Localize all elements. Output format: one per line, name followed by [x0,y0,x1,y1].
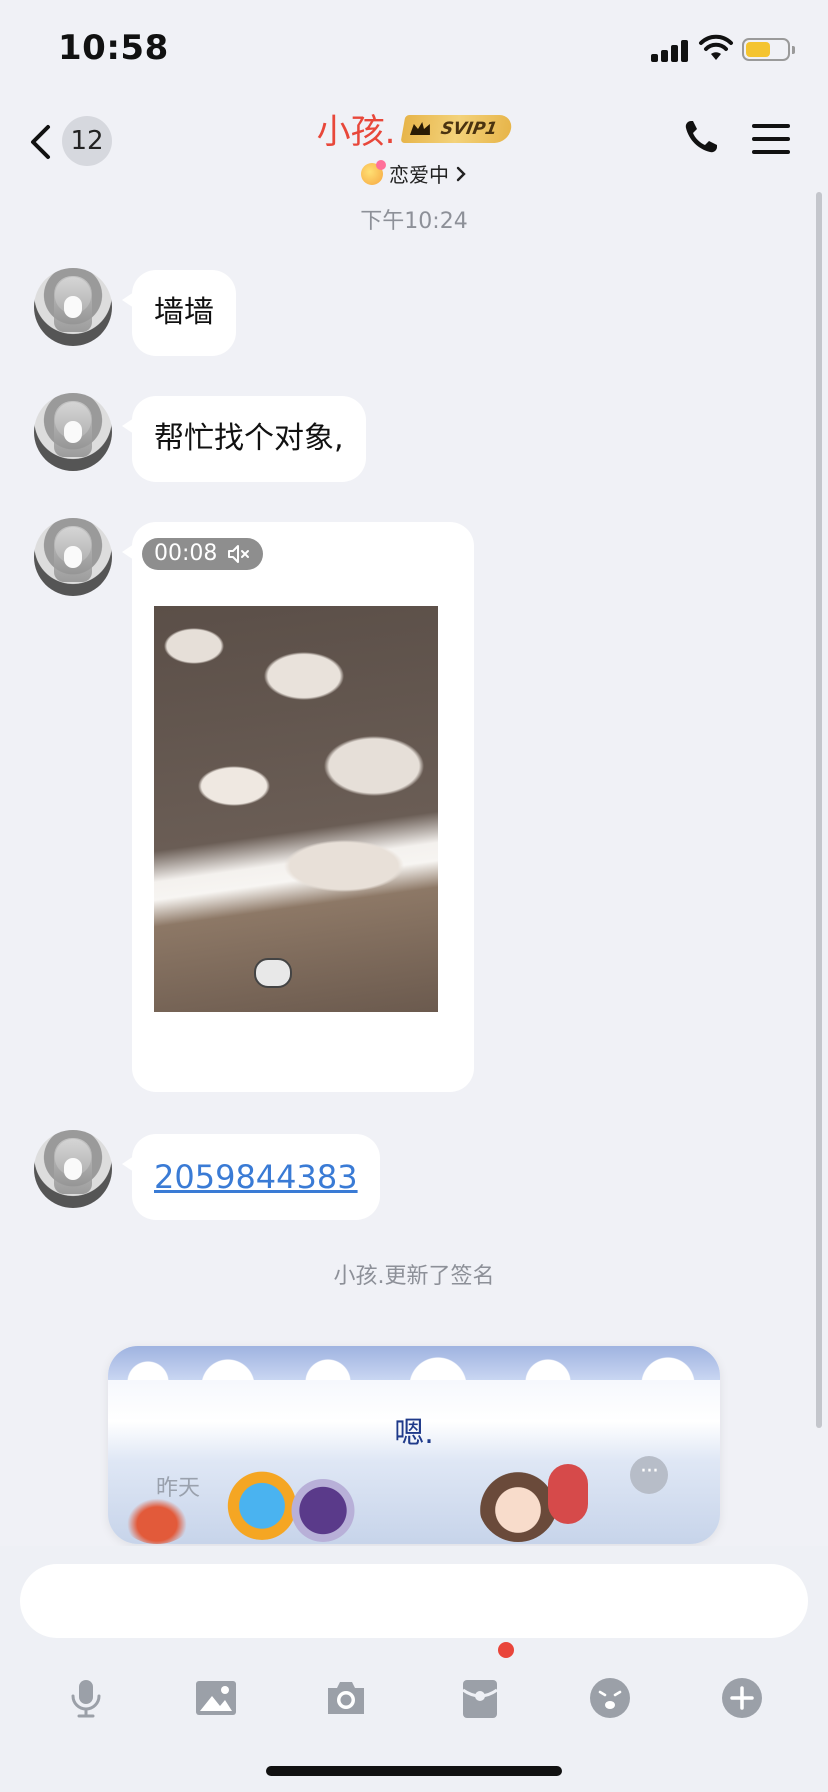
message-timestamp: 下午10:24 [360,209,468,234]
love-emoji-icon [361,159,386,185]
svip-badge: SVIP1 [400,114,514,143]
muted-speaker-icon [228,545,250,563]
image-icon[interactable] [194,1676,238,1720]
status-time: 10:58 [58,28,169,68]
red-packet-icon[interactable] [458,1676,502,1720]
shoe-figure [254,958,292,988]
video-duration: 00:08 [154,541,218,566]
fox-character-icon [122,1494,192,1544]
message-input[interactable] [20,1564,808,1638]
plus-icon[interactable] [720,1676,764,1720]
signature-card[interactable]: 嗯. 昨天 [108,1346,720,1544]
emoji-icon[interactable] [588,1676,632,1720]
contact-avatar[interactable] [34,1130,112,1208]
battery-icon [742,38,795,61]
wizard-character-icon [288,1472,358,1542]
message-bubble[interactable]: 墙墙 [122,270,236,356]
message-bubble[interactable]: 2059844383 [122,1134,380,1220]
message-text: 帮忙找个对象, [154,421,344,456]
video-duration-pill: 00:08 [142,538,264,570]
status-bar: 10:58 [0,0,828,100]
relationship-status[interactable]: 恋爱中 [361,159,467,188]
contact-name: 小孩. [316,112,396,152]
message-text: 墙墙 [154,295,214,330]
contact-avatar[interactable] [34,268,112,346]
crown-icon [410,121,431,135]
relationship-status-label: 恋爱中 [389,163,449,187]
menu-icon[interactable] [752,122,790,156]
snowman-character-icon [548,1464,588,1524]
phone-icon[interactable] [682,118,720,156]
chevron-right-icon [456,166,466,181]
microphone-icon[interactable] [64,1676,108,1720]
camera-icon[interactable] [324,1676,368,1720]
video-message[interactable]: 00:08 [122,522,474,1092]
more-options-button[interactable] [630,1456,668,1494]
boy-character-icon [478,1462,558,1542]
snow-border [108,1346,720,1380]
composer [0,1546,828,1792]
notification-dot [498,1642,514,1658]
contact-avatar[interactable] [34,393,112,471]
message-bubble[interactable]: 帮忙找个对象, [122,396,366,482]
chat-header: 12 小孩. SVIP1 恋爱中 [0,100,828,187]
number-link[interactable]: 2059844383 [154,1158,358,1196]
contact-avatar[interactable] [34,518,112,596]
system-notice: 小孩.更新了签名 [333,1264,495,1289]
signature-text: 嗯. [394,1416,434,1451]
cellular-signal-icon [651,40,691,62]
svip-badge-label: SVIP1 [439,118,500,139]
home-indicator[interactable] [266,1766,562,1776]
chat-scrollbar[interactable] [816,192,822,1428]
video-thumbnail[interactable] [154,606,438,1012]
wifi-icon [699,34,733,60]
